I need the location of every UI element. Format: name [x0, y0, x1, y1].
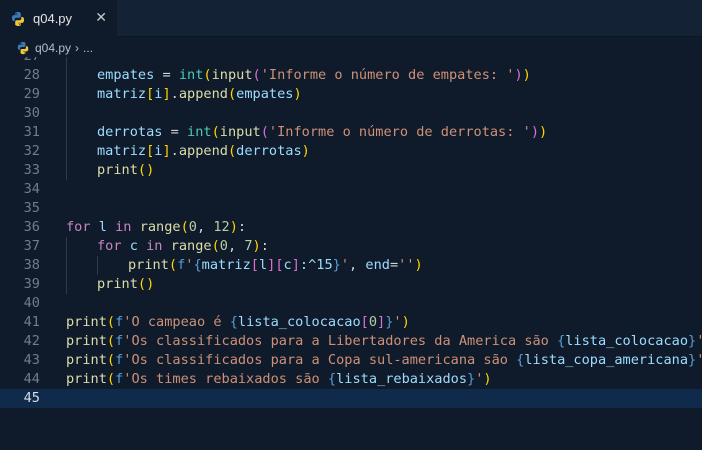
- python-icon: [10, 11, 26, 27]
- code-line[interactable]: 33 print(): [0, 161, 702, 180]
- code-line[interactable]: 44 print(f'Os times rebaixados são {lista…: [0, 370, 702, 389]
- code-line[interactable]: 35: [0, 199, 702, 218]
- tab-q04-py[interactable]: q04.py ✕: [0, 0, 117, 37]
- code-line[interactable]: 39 print(): [0, 275, 702, 294]
- chevron-right-icon: ›: [75, 41, 80, 55]
- indent-guide: [66, 161, 67, 180]
- code-line[interactable]: 29 matriz[i].append(empates): [0, 85, 702, 104]
- line-number: 39: [23, 276, 40, 292]
- line-number: 29: [23, 86, 40, 102]
- code-text: for l in range(0, 12):: [66, 219, 247, 235]
- code-line[interactable]: 41 print(f'O campeao é {lista_colocacao[0…: [0, 313, 702, 332]
- code-text: print(f'{matriz[l][c]:^15}', end=''): [128, 257, 423, 273]
- line-number: 42: [23, 333, 40, 349]
- code-line[interactable]: 36 for l in range(0, 12):: [0, 218, 702, 237]
- indent-guide: [97, 256, 98, 275]
- breadcrumb: q04.py › ...: [0, 37, 702, 59]
- line-number: 45: [23, 390, 40, 406]
- code-line[interactable]: 34: [0, 180, 702, 199]
- line-number: 43: [23, 352, 40, 368]
- line-number: 27: [0, 57, 40, 66]
- code-text: print(f'Os times rebaixados são {lista_r…: [66, 371, 492, 387]
- line-number: 30: [23, 105, 40, 121]
- line-number: 37: [23, 238, 40, 254]
- line-number: 44: [23, 371, 40, 387]
- code-line[interactable]: 37 for c in range(0, 7):: [0, 237, 702, 256]
- tab-bar: q04.py ✕: [0, 0, 702, 37]
- code-text: print(): [97, 162, 155, 178]
- code-line[interactable]: 43 print(f'Os classificados para a Copa s…: [0, 351, 702, 370]
- line-number: 38: [23, 257, 40, 273]
- line-number: 34: [23, 181, 40, 197]
- code-line[interactable]: 27: [0, 57, 702, 66]
- close-icon[interactable]: ✕: [95, 9, 107, 27]
- tab-label: q04.py: [33, 11, 73, 26]
- code-text: matriz[i].append(empates): [97, 86, 302, 102]
- indent-guide: [66, 57, 67, 66]
- code-line[interactable]: 30: [0, 104, 702, 123]
- code-text: for c in range(0, 7):: [97, 238, 269, 254]
- python-icon: [16, 41, 30, 55]
- line-number: 28: [23, 67, 40, 83]
- line-number: 36: [23, 219, 40, 235]
- code-text: empates = int(input('Informe o número de…: [97, 67, 531, 83]
- code-line[interactable]: 28 empates = int(input('Informe o número …: [0, 66, 702, 85]
- code-text: print(f'Os classificados para a Libertad…: [66, 333, 702, 349]
- code-text: print(f'Os classificados para a Copa sul…: [66, 352, 702, 368]
- line-number: 31: [23, 124, 40, 140]
- line-number: 40: [23, 295, 40, 311]
- breadcrumb-file[interactable]: q04.py: [35, 41, 71, 55]
- line-number: 32: [23, 143, 40, 159]
- indent-guide: [66, 85, 67, 104]
- code-editor[interactable]: 2728 empates = int(input('Informe o númer…: [0, 57, 702, 450]
- indent-guide: [66, 123, 67, 142]
- indent-guide: [66, 256, 67, 275]
- editor-window: q04.py ✕ q04.py › ... 2728 empates = int(…: [0, 0, 702, 450]
- code-line[interactable]: 32 matriz[i].append(derrotas): [0, 142, 702, 161]
- breadcrumb-symbols[interactable]: ...: [83, 41, 93, 55]
- code-text: derrotas = int(input('Informe o número d…: [97, 124, 548, 140]
- code-line[interactable]: 40: [0, 294, 702, 313]
- indent-guide: [66, 66, 67, 85]
- indent-guide: [66, 275, 67, 294]
- indent-guide: [66, 237, 67, 256]
- code-text: matriz[i].append(derrotas): [97, 143, 310, 159]
- line-number: 41: [23, 314, 40, 330]
- code-line[interactable]: 31 derrotas = int(input('Informe o número…: [0, 123, 702, 142]
- line-number: 33: [23, 162, 40, 178]
- indent-guide: [66, 142, 67, 161]
- indent-guide: [66, 104, 67, 123]
- code-line[interactable]: 45: [0, 389, 702, 408]
- code-text: print(): [97, 276, 155, 292]
- code-line[interactable]: 38 print(f'{matriz[l][c]:^15}', end=''): [0, 256, 702, 275]
- line-number: 35: [23, 200, 40, 216]
- code-text: print(f'O campeao é {lista_colocacao[0]}…: [66, 314, 410, 330]
- code-line[interactable]: 42 print(f'Os classificados para a Libert…: [0, 332, 702, 351]
